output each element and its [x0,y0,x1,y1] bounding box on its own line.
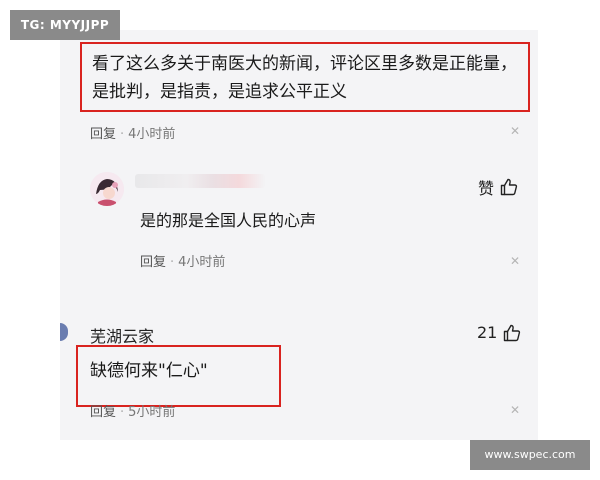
like-button[interactable]: 赞 [478,175,518,199]
meta-separator: · [120,127,125,142]
close-icon[interactable]: ✕ [510,124,520,138]
watermark-bottom-right: www.swpec.com [470,440,590,470]
comment-text: 看了这么多关于南医大的新闻，评论区里多数是正能量， 是批判，是指责，是追求公平正… [92,50,522,106]
timestamp: 4小时前 [178,255,226,270]
author-name[interactable]: 芜湖云家 [90,323,154,347]
comment-meta: 回复 · 4小时前 [140,251,225,270]
timestamp: 5小时前 [128,405,176,420]
comment-text-line: 看了这么多关于南医大的新闻，评论区里多数是正能量， [92,54,517,74]
thumbs-up-icon [504,324,521,341]
close-icon[interactable]: ✕ [510,254,520,268]
meta-separator: · [120,405,125,420]
comment-text: 是的那是全国人民的心声 [140,211,317,230]
reply-button[interactable]: 回复 [90,405,116,420]
comment-meta: 回复 · 5小时前 [90,401,175,420]
author-name-blurred [135,174,265,188]
avatar [90,172,124,206]
like-label: 赞 [478,179,495,198]
comment-text-line: 是批判，是指责，是追求公平正义 [92,82,347,102]
like-button[interactable]: 21 [477,323,521,342]
like-count: 21 [477,323,498,342]
timestamp: 4小时前 [128,127,176,142]
comment-meta: 回复 · 4小时前 [90,123,175,142]
meta-separator: · [170,255,175,270]
thumbs-up-icon [500,178,518,196]
watermark-top-left: TG: MYYJJPP [10,10,120,40]
close-icon[interactable]: ✕ [510,403,520,417]
comment-text: 缺德何来"仁心" [90,361,208,381]
reply-button[interactable]: 回复 [90,127,116,142]
reply-button[interactable]: 回复 [140,255,166,270]
